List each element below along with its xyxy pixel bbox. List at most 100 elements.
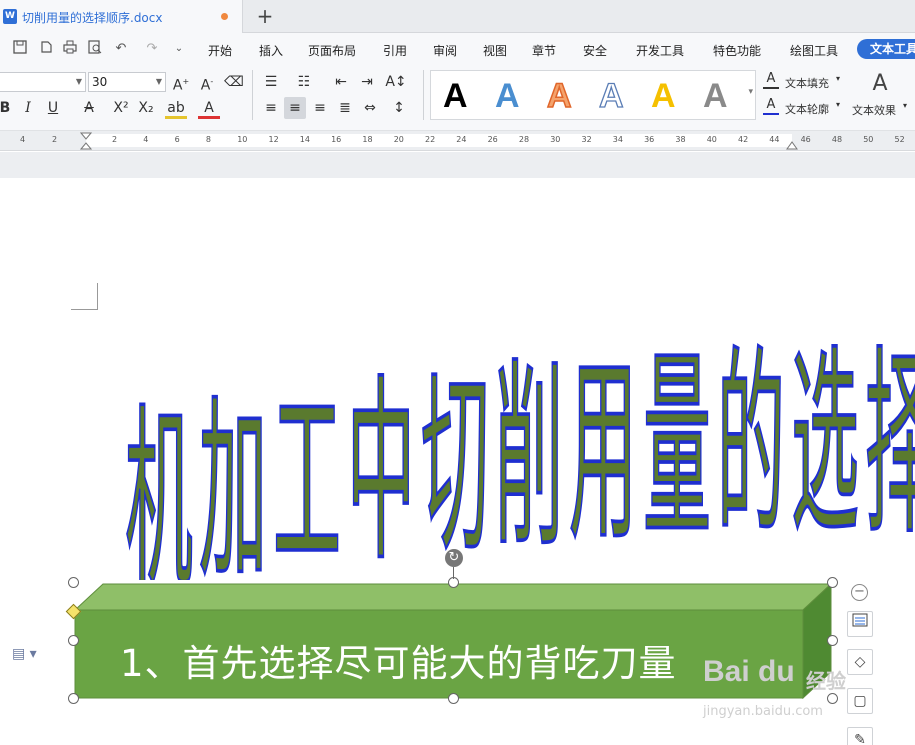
layout-options-icon[interactable] [847,611,873,637]
text-style-blue[interactable]: A [495,77,520,115]
canvas-gap [0,152,915,178]
menu-text-tools[interactable]: 文本工具 [857,39,915,59]
shape-outline-icon[interactable]: ▢ [847,688,873,714]
menu-chapter[interactable]: 章节 [532,42,556,59]
chevron-down-icon[interactable]: ▾ [836,100,840,109]
chevron-down-icon[interactable]: ▾ [836,74,840,83]
underline-icon[interactable]: U [42,97,64,119]
resize-handle-left[interactable] [68,635,79,646]
divider [423,70,424,120]
rotate-handle-icon[interactable]: ↻ [445,549,463,567]
resize-handle-bottom-right[interactable] [827,693,838,704]
document-outline-icon[interactable]: ▤ ▾ [12,646,37,662]
resize-handle-right[interactable] [827,635,838,646]
distributed-align-icon[interactable]: ⇔ [359,97,381,119]
horizontal-ruler[interactable]: 4 2 2 4 6 8 10 12 14 16 18 20 22 24 26 28 30 32 34 36 38 40… [0,131,915,151]
text-direction-icon[interactable]: A↕ [385,71,407,93]
text-fill-icon[interactable]: A [763,71,779,89]
menu-view[interactable]: 视图 [483,42,507,59]
text-style-orange-outline[interactable]: A [546,76,572,116]
align-center-icon[interactable]: ≡ [284,97,306,119]
print-icon[interactable] [61,40,79,58]
resize-handle-bottom-left[interactable] [68,693,79,704]
menu-review[interactable]: 审阅 [433,42,457,59]
resize-handle-top-left[interactable] [68,577,79,588]
text-effect-button[interactable]: 文本效果 [852,102,896,118]
shape-text[interactable]: 1、首先选择尽可能大的背吃刀量 [120,633,677,687]
ruler-label: 10 [237,135,248,144]
document-tab[interactable]: W 切削用量的选择顺序.docx [0,0,243,33]
text-outline-icon[interactable]: A [763,97,779,115]
ruler-label: 16 [331,135,342,144]
menu-security[interactable]: 安全 [583,42,607,59]
superscript-icon[interactable]: X² [110,97,132,119]
menu-developer[interactable]: 开发工具 [636,42,684,59]
first-line-indent-marker[interactable] [80,131,92,151]
watermark-url: jingyan.baidu.com [703,704,823,719]
bold-icon[interactable]: B [0,97,16,119]
right-indent-marker[interactable] [786,138,798,150]
numbered-list-icon[interactable]: ☷ [293,71,315,93]
undo-icon[interactable]: ↶ [112,40,130,58]
align-right-icon[interactable]: ≡ [309,97,331,119]
wordart-char: 选 [791,328,859,561]
page-margin-corner [71,283,98,310]
chevron-down-icon[interactable]: ▾ [903,101,907,110]
gallery-more-icon[interactable]: ▾ [748,87,753,97]
ruler-label: 46 [800,135,811,144]
collapse-icon[interactable]: − [851,584,868,601]
ruler-label: 18 [362,135,373,144]
ruler-label: 44 [769,135,780,144]
ruler-label: 20 [393,135,404,144]
increase-font-icon[interactable]: A+ [170,71,192,94]
menu-home[interactable]: 开始 [208,42,232,59]
wordart-title[interactable]: 机加工中切削用量的选择 [120,300,915,580]
text-style-gold[interactable]: A [651,77,676,115]
decrease-indent-icon[interactable]: ⇤ [330,71,352,93]
menu-insert[interactable]: 插入 [259,42,283,59]
text-outline-button[interactable]: 文本轮廓 [785,101,829,117]
export-pdf-icon[interactable] [37,40,55,58]
writer-app-icon: W [3,9,17,24]
bullet-list-icon[interactable]: ☰ [260,71,282,93]
ruler-label: 24 [456,135,467,144]
save-icon[interactable] [11,40,29,58]
menu-page-layout[interactable]: 页面布局 [308,42,356,59]
text-effect-icon[interactable]: A [867,73,893,95]
highlight-icon[interactable]: ab [165,97,187,119]
increase-indent-icon[interactable]: ⇥ [356,71,378,93]
shape-fill-icon[interactable]: ◇ [847,649,873,675]
subscript-icon[interactable]: X₂ [135,97,157,119]
strikethrough-icon[interactable]: A [78,97,100,119]
redo-icon[interactable]: ↷ [143,40,161,58]
ruler-label: 52 [894,135,905,144]
menu-references[interactable]: 引用 [383,42,407,59]
print-preview-icon[interactable] [86,40,104,58]
decrease-font-icon[interactable]: A- [196,71,218,94]
text-style-blue-outline[interactable]: A [598,76,624,115]
menu-special-features[interactable]: 特色功能 [713,42,761,59]
new-tab-button[interactable]: + [256,3,274,29]
text-style-gray[interactable]: A [703,77,728,115]
text-style-black[interactable]: A [443,77,468,115]
text-style-gallery: A A A A A A ▾ [430,70,756,120]
resize-handle-top-right[interactable] [827,577,838,588]
font-name-select[interactable]: ▼ [0,72,86,92]
ruler-label: 38 [675,135,686,144]
chevron-down-icon: ▼ [155,77,162,86]
menu-drawing-tools[interactable]: 绘图工具 [790,42,838,59]
clear-format-icon[interactable]: ⌫ [223,71,245,93]
font-color-icon[interactable]: A [198,97,220,119]
text-fill-button[interactable]: 文本填充 [785,75,829,91]
shape-edit-icon[interactable]: ✎ [847,727,873,745]
justify-icon[interactable]: ≣ [334,97,356,119]
wordart-char: 削 [495,343,563,574]
align-left-icon[interactable]: ≡ [260,97,282,119]
resize-handle-bottom[interactable] [448,693,459,704]
italic-icon[interactable]: I [17,97,39,119]
ruler-label: 6 [174,135,180,144]
quick-access-dropdown-icon[interactable]: ⌄ [170,40,188,58]
font-size-select[interactable]: 30 ▼ [88,72,166,92]
line-spacing-icon[interactable]: ↕ [388,97,410,119]
divider [252,70,253,120]
